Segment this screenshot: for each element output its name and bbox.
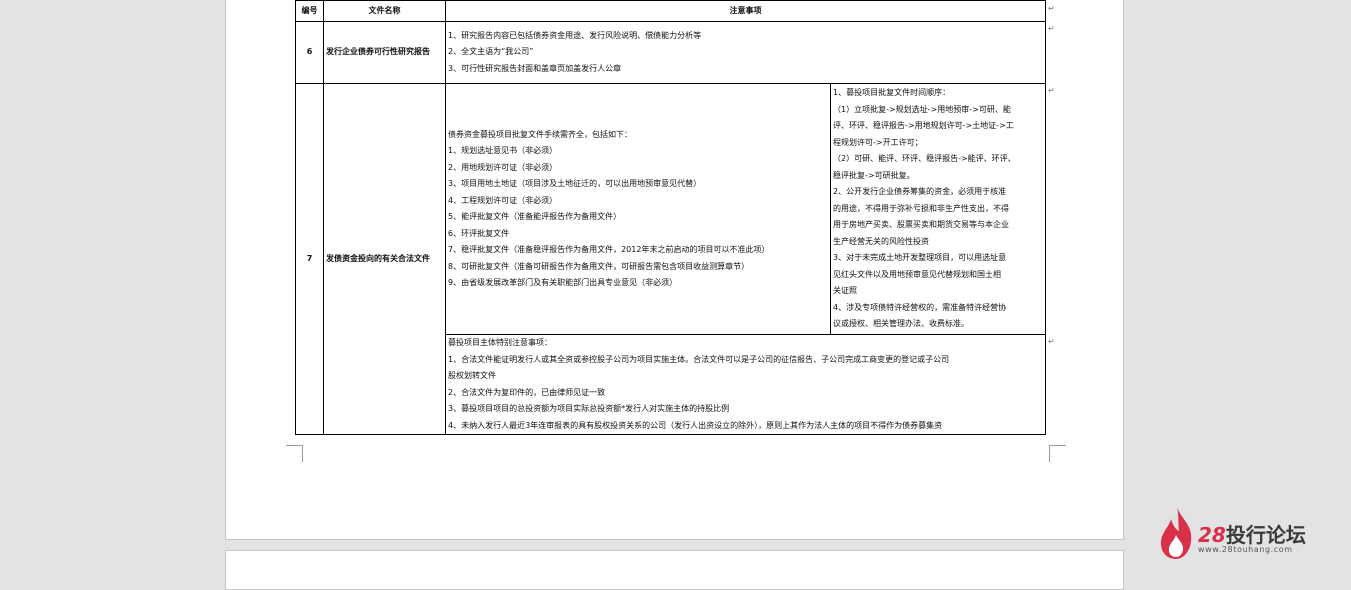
note-line: 3、项目用地土地证（项目涉及土地征迁的，可以出用地预审意见代替） [448,179,702,188]
page-corner-mark-right [1049,445,1066,462]
header-notes: 注意事项 [445,0,1046,22]
note-line: 4、涉及专项债特许经营权的，需准备特许经营协 [833,302,1007,312]
note-line: 程规划许可->开工许可； [833,137,923,147]
note-line: 8、可研批复文件（准备可研报告作为备用文件，可研报告需包含项目收益测算章节） [448,261,750,271]
note-line: 评、环评、稳评报告->用地规划许可->土地证->工 [833,121,1014,131]
note-line: 股权划转文件 [448,371,496,380]
note-line: 9、由省级发展改革部门及有关职能部门出具专业意见（非必须） [448,278,678,287]
table-row: 7 发债资金投向的有关合法文件 债券资金募投项目批复文件手续需齐全，包括如下： … [295,83,1046,435]
header-file-name: 文件名称 [323,0,446,22]
note-line: 募投项目主体特别注意事项： [448,338,552,347]
note-line: 6、环评批复文件 [448,228,510,238]
note-line: 生产经营无关的风险性投资 [833,236,929,246]
file-name: 发行企业债券可行性研究报告 [323,21,446,84]
note-line: 1、规划选址意见书（非必须） [448,146,558,155]
table-header-row: 编号 文件名称 注意事项 [295,0,1046,22]
note-line: 用于房地产买卖、股票买卖和期货交易等与本企业 [833,220,1009,230]
note-line: 2、公开发行企业债券筹集的资金，必须用于核准 [833,187,1007,197]
flame-icon [1160,507,1192,559]
note-line: 议或授权、相关管理办法、收费标准。 [833,319,969,329]
note-line: 2、用地规划许可证（非必须） [448,162,558,172]
note-line: 4、工程规划许可证（非必须） [448,195,558,205]
approval-documents-cell: 债券资金募投项目批复文件手续需齐全，包括如下： 1、规划选址意见书（非必须） 2… [445,83,831,335]
note-line: 3、对于未完成土地开发整理项目，可以用选址意 [833,253,1007,263]
note-line: 1、研究报告内容已包括债券资金用途、发行风险说明、偿债能力分析等 [448,30,702,40]
note-line: 4、未纳入发行人最近3年连审报表的具有股权投资关系的公司（发行人出资设立的除外）… [448,420,943,430]
row-number: 6 [295,21,324,84]
requirements-table: 编号 文件名称 注意事项 6 发行企业债券可行性研究报告 1、研究报告内容已包括… [295,0,1046,435]
file-name: 发债资金投向的有关合法文件 [323,83,446,435]
note-line: 3、募投项目项目的总投资额为项目实际总投资额*发行人对实施主体的持股比例 [448,404,730,413]
paragraph-mark: ↵ [1048,86,1055,95]
table-row: 6 发行企业债券可行性研究报告 1、研究报告内容已包括债券资金用途、发行风险说明… [295,21,1046,84]
note-line: 7、稳评批复文件（准备稳评报告作为备用文件，2012年末之前启动的项目可以不准此… [448,245,770,254]
note-line: 1、募投项目批复文件时间顺序： [833,88,951,98]
notes-cell: 1、研究报告内容已包括债券资金用途、发行风险说明、偿债能力分析等 2、全文主语为… [445,21,1046,84]
page-corner-mark-left [286,445,303,462]
logo-url: www.28touhang.com [1198,545,1293,554]
note-line: 关证照 [833,286,857,296]
note-line: 1、合法文件能证明发行人或其全资或参控股子公司为项目实施主体。合法文件可以是子公… [448,354,950,364]
row-number: 7 [295,83,324,435]
note-line: 的用途，不得用于弥补亏损和非生产性支出，不得 [833,203,1009,213]
note-line: 3、可行性研究报告封面和盖章页加盖发行人公章 [448,63,622,73]
next-document-page [225,550,1124,590]
note-line: 2、全文主语为“我公司” [448,47,534,57]
paragraph-mark: ↵ [1048,24,1055,33]
site-logo: 28投行论坛 www.28touhang.com [1157,505,1347,565]
approval-sequence-cell: 1、募投项目批复文件时间顺序： （1）立项批复->规划选址->用地预审->可研、… [830,83,1046,335]
note-line: 5、能评批复文件（准备能评报告作为备用文件） [448,212,622,221]
project-subject-notes-cell: 募投项目主体特别注意事项： 1、合法文件能证明发行人或其全资或参控股子公司为项目… [445,334,1046,435]
header-number: 编号 [295,0,324,22]
paragraph-mark: ↵ [1048,337,1055,346]
logo-text: 28投行论坛 [1198,519,1306,548]
paragraph-mark: ↵ [1048,4,1055,13]
logo-name: 投行论坛 [1225,523,1306,547]
logo-number: 28 [1198,523,1226,547]
note-line: （2）可研、能评、环评、稳评报告->能评、环评、 [833,154,1016,164]
note-line: （1）立项批复->规划选址->用地预审->可研、能 [833,104,1011,114]
note-line: 稳评批复->可研批复。 [833,170,915,180]
note-line: 见红头文件以及用地预审意见代替规划和国土相 [833,269,1001,279]
note-line: 2、合法文件为复印件的，已由律师见证一致 [448,387,606,397]
note-line: 债券资金募投项目批复文件手续需齐全，包括如下： [448,129,632,139]
